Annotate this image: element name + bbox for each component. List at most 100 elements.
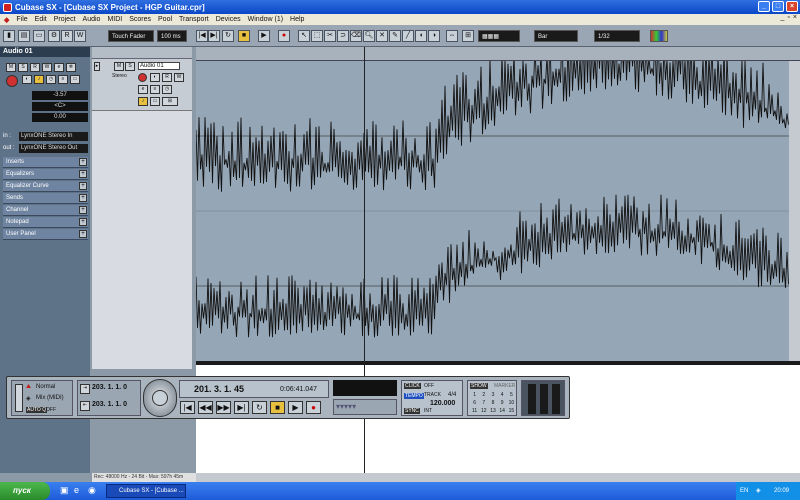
mdi-restore-button[interactable]: ▫ — [787, 14, 789, 21]
expand-icon[interactable]: + — [79, 218, 87, 226]
marker-button[interactable]: 4 — [498, 391, 507, 399]
timebase-button[interactable]: ◷ — [46, 75, 56, 84]
grid-type-select[interactable]: ▦▦▦ — [478, 30, 520, 42]
track-name-field[interactable]: Audio 01 — [138, 62, 180, 70]
marker-button[interactable]: 7 — [479, 399, 488, 407]
maximize-button[interactable]: □ — [772, 1, 784, 12]
expand-icon[interactable]: + — [79, 194, 87, 202]
track-lanes-button[interactable]: ≡ — [150, 85, 160, 94]
record-enable-button[interactable] — [6, 75, 18, 87]
inspector-toggle-button[interactable]: ▮ — [3, 30, 15, 42]
automation-mode-select[interactable]: Touch Fader — [108, 30, 154, 42]
scrub-tool-icon[interactable]: ◖ — [415, 30, 427, 42]
taskbar-item-cubase[interactable]: Cubase SX - [Cubase ... — [106, 484, 186, 498]
menu-devices[interactable]: Devices — [216, 16, 241, 23]
marker-button[interactable]: 11 — [470, 407, 479, 415]
click-value[interactable]: OFF — [424, 383, 434, 389]
track-timebase-button[interactable]: ◷ — [162, 85, 172, 94]
track-expand-icon[interactable]: ▸ — [94, 62, 100, 71]
marker-button[interactable]: 15 — [507, 407, 516, 415]
close-button[interactable]: × — [786, 1, 798, 12]
track-lock-button[interactable]: ♪ — [138, 97, 148, 106]
record-icon[interactable]: ● — [278, 30, 290, 42]
read-button[interactable]: R — [61, 30, 73, 42]
volume-tray-icon[interactable]: ◈ — [756, 482, 761, 500]
output-select[interactable]: LynxONE Stereo Out — [19, 143, 88, 153]
expand-icon[interactable]: + — [79, 182, 87, 190]
menu-pool[interactable]: Pool — [158, 16, 172, 23]
autoscroll-icon[interactable]: ⇔ — [446, 30, 458, 42]
position-time-value[interactable]: 0:06:41.047 — [280, 386, 317, 393]
go-to-end-icon[interactable]: ▶| — [208, 30, 220, 42]
zoom-tool-icon[interactable]: 🔍︎ — [363, 30, 375, 42]
inspector-track-name[interactable]: Audio 01 — [0, 47, 90, 57]
marker-button[interactable]: 6 — [470, 399, 479, 407]
track-channel-button[interactable]: ▭ — [150, 97, 160, 106]
monitor-button[interactable]: ◐ — [22, 75, 32, 84]
marker-button[interactable]: 8 — [488, 399, 497, 407]
go-to-end-button[interactable]: ▶| — [234, 401, 249, 414]
erase-tool-icon[interactable]: ⌫ — [350, 30, 362, 42]
section-equalizer-curve[interactable]: Equalizer Curve + — [3, 181, 88, 192]
menu-file[interactable]: File — [16, 16, 27, 23]
stop-icon[interactable]: ■ — [238, 30, 250, 42]
color-tool-icon[interactable]: ◑ — [428, 30, 440, 42]
menu-help[interactable]: Help — [290, 16, 304, 23]
edit-channel-button[interactable]: e — [54, 63, 64, 72]
line-tool-icon[interactable]: ╱ — [402, 30, 414, 42]
show-markers-label[interactable]: SHOW — [470, 383, 488, 389]
track-mute-button[interactable]: M — [114, 62, 124, 71]
mute-tool-icon[interactable]: ✕ — [376, 30, 388, 42]
track-row[interactable]: ▸ M S Audio 01 Stereo ◐ R W e ≡ ◷ ♪ ▭ ⊞ — [92, 59, 192, 111]
track-read-button[interactable]: R — [162, 73, 172, 82]
marker-button[interactable]: 5 — [507, 391, 516, 399]
menu-audio[interactable]: Audio — [83, 16, 101, 23]
jog-shuttle-wheel[interactable] — [143, 379, 177, 417]
media-player-icon[interactable]: ◉ — [88, 485, 96, 496]
menu-project[interactable]: Project — [54, 16, 76, 23]
automation-icon[interactable]: ⚙ — [48, 30, 60, 42]
color-select-icon[interactable] — [650, 30, 668, 42]
section-channel[interactable]: Channel + — [3, 205, 88, 216]
menu-window[interactable]: Window (1) — [248, 16, 283, 23]
tempo-label[interactable]: TEMPO — [404, 393, 424, 399]
menu-edit[interactable]: Edit — [35, 16, 47, 23]
go-to-start-button[interactable]: |◀ — [180, 401, 195, 414]
cycle-icon[interactable]: ↻ — [222, 30, 234, 42]
record-button[interactable]: ● — [306, 401, 321, 414]
marker-button[interactable]: 13 — [488, 407, 497, 415]
sync-value[interactable]: INT — [424, 408, 432, 414]
play-icon[interactable]: ▶ — [258, 30, 270, 42]
mdi-close-button[interactable]: × — [793, 14, 797, 21]
delay-readout[interactable]: 0.00 — [32, 113, 88, 122]
section-notepad[interactable]: Notepad + — [3, 217, 88, 228]
menu-transport[interactable]: Transport — [179, 16, 209, 23]
section-equalizers[interactable]: Equalizers + — [3, 169, 88, 180]
marker-button[interactable]: 9 — [498, 399, 507, 407]
track-record-button[interactable] — [138, 73, 147, 82]
track-solo-button[interactable]: S — [125, 62, 135, 71]
punch-in-button[interactable]: ⇥ — [80, 384, 90, 394]
split-tool-icon[interactable]: ✂ — [324, 30, 336, 42]
marker-button[interactable]: 1 — [470, 391, 479, 399]
input-select[interactable]: LynxONE Stereo In — [19, 131, 88, 141]
left-locator-value[interactable]: 203. 1. 1. 0 — [92, 384, 127, 391]
section-user-panel[interactable]: User Panel + — [3, 229, 88, 240]
go-to-start-icon[interactable]: |◀ — [196, 30, 208, 42]
section-sends[interactable]: Sends + — [3, 193, 88, 204]
write-button[interactable]: W — [74, 30, 86, 42]
overview-toggle-button[interactable]: ▭ — [33, 30, 45, 42]
snap-icon[interactable]: ⊞ — [462, 30, 474, 42]
mdi-minimize-button[interactable]: _ — [781, 14, 785, 21]
channel-config-button[interactable]: ▭ — [70, 75, 80, 84]
write-automation-button[interactable]: W — [42, 63, 52, 72]
language-indicator[interactable]: EN — [740, 482, 748, 500]
punch-out-button[interactable]: ⇤ — [80, 401, 90, 411]
marker-button[interactable]: 2 — [479, 391, 488, 399]
timeline-ruler[interactable] — [196, 47, 800, 61]
draw-tool-icon[interactable]: ✎ — [389, 30, 401, 42]
menu-scores[interactable]: Scores — [129, 16, 151, 23]
cycle-button[interactable]: ↻ — [252, 401, 267, 414]
lanes-button[interactable]: ≡ — [58, 75, 68, 84]
expand-icon[interactable]: + — [79, 230, 87, 238]
